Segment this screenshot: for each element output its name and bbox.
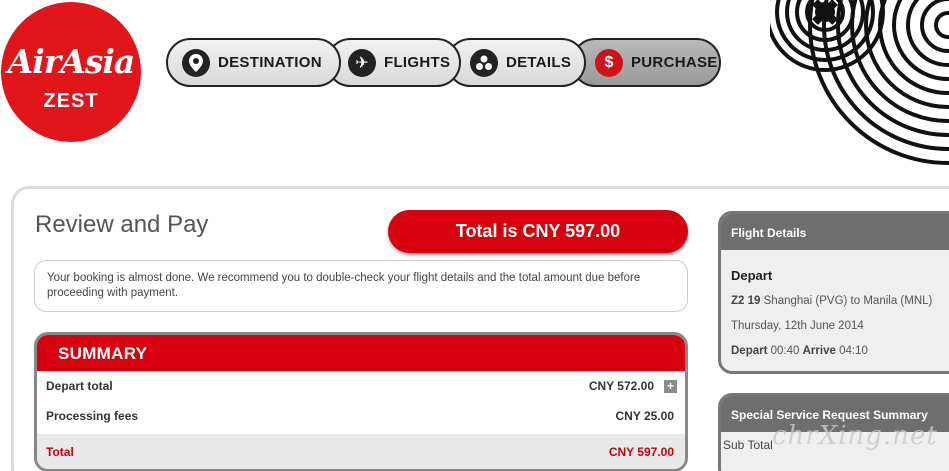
- direction-label: Depart: [731, 268, 773, 283]
- step-label: DETAILS: [506, 54, 572, 71]
- flight-route-line: Z2 19 Shanghai (PVG) to Manila (MNL): [731, 295, 932, 307]
- booking-notice: Your booking is almost done. We recommen…: [34, 260, 688, 312]
- row-amount: CNY 572.00: [588, 379, 654, 393]
- arrive-time: 04:10: [839, 345, 868, 357]
- step-label: DESTINATION: [218, 54, 322, 71]
- dollar-icon: $: [595, 48, 623, 77]
- arrive-label: Arrive: [802, 345, 836, 357]
- step-purchase[interactable]: $ PURCHASE: [571, 38, 721, 87]
- flight-times: Depart 00:40 Arrive 04:10: [731, 345, 868, 357]
- flight-date: Thursday, 12th June 2014: [731, 320, 864, 332]
- step-destination[interactable]: DESTINATION: [166, 38, 341, 87]
- flight-details-heading: Flight Details: [721, 214, 949, 250]
- ssr-subtotal-label: Sub Total: [723, 438, 773, 452]
- depart-time: 00:40: [770, 345, 800, 357]
- decorative-circles: [770, 0, 949, 165]
- depart-label: Depart: [731, 345, 768, 357]
- summary-heading: SUMMARY: [37, 335, 685, 371]
- total-price-banner: Total is CNY 597.00: [388, 210, 688, 253]
- people-icon: [470, 48, 498, 77]
- total-amount: CNY 597.00: [608, 445, 674, 459]
- step-details[interactable]: DETAILS: [446, 38, 586, 87]
- step-flights[interactable]: ✈ FLIGHTS: [326, 38, 461, 87]
- logo-wordmark: AirAsia: [7, 42, 136, 81]
- step-label: FLIGHTS: [384, 54, 451, 71]
- row-amount: CNY 25.00: [615, 409, 674, 423]
- airplane-icon: ✈: [348, 48, 376, 77]
- summary-box: SUMMARY Depart total CNY 572.00 + Proces…: [34, 332, 688, 471]
- summary-row-total: Total CNY 597.00: [37, 434, 685, 469]
- booking-steps-nav: DESTINATION ✈ FLIGHTS DETAILS $ PURCHASE: [166, 38, 721, 87]
- summary-row-processing-fees: Processing fees CNY 25.00: [37, 401, 685, 431]
- step-label: PURCHASE: [631, 54, 718, 71]
- airasia-zest-logo[interactable]: AirAsia ZEST: [1, 2, 141, 142]
- row-label: Depart total: [46, 379, 113, 393]
- logo-subtitle: ZEST: [43, 90, 99, 112]
- total-label: Total: [46, 445, 74, 459]
- page-title: Review and Pay: [35, 211, 209, 238]
- row-label: Processing fees: [46, 409, 139, 423]
- summary-row-depart: Depart total CNY 572.00 +: [37, 371, 685, 401]
- flight-number: Z2 19: [731, 295, 761, 307]
- watermark-text: chrXing.net: [772, 421, 938, 451]
- flight-route: Shanghai (PVG) to Manila (MNL): [763, 295, 933, 307]
- expand-plus-icon[interactable]: +: [664, 380, 677, 393]
- map-pin-icon: [182, 48, 210, 77]
- flight-details-panel: Flight Details Depart Z2 19 Shanghai (PV…: [718, 211, 949, 374]
